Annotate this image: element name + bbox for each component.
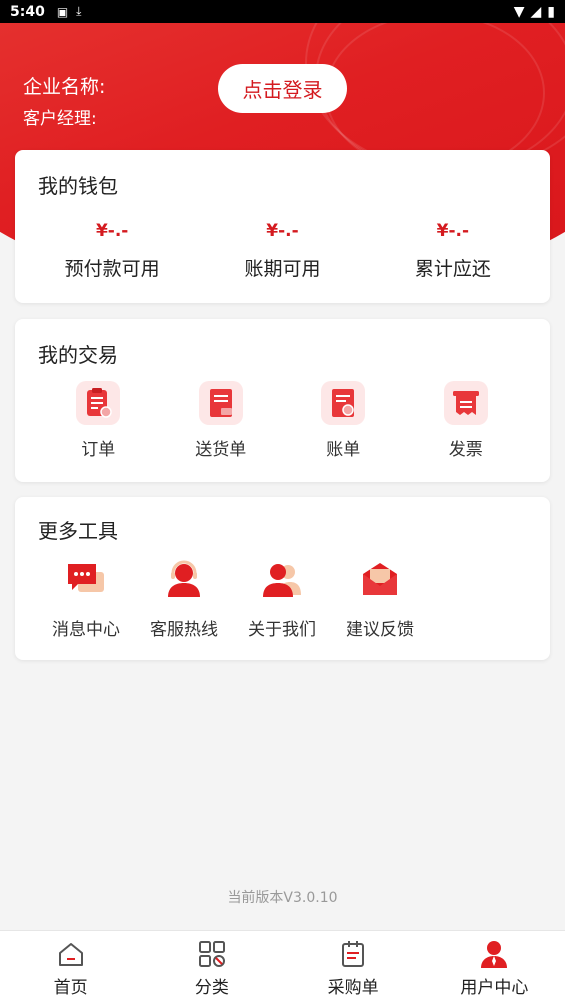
download-icon: ⤓	[76, 4, 82, 18]
trade-item-order[interactable]: 订单	[37, 381, 160, 460]
tab-label: 用户中心	[460, 978, 529, 998]
bill-icon	[321, 381, 366, 425]
tool-item-customer-service[interactable]: 客服热线	[135, 557, 233, 640]
tool-item-feedback[interactable]: 建议反馈	[331, 557, 429, 640]
status-time: 5:40	[10, 3, 45, 20]
trade-item-delivery-note[interactable]: 送货单	[160, 381, 283, 460]
wallet-amount: ¥-.-	[95, 221, 129, 241]
about-us-icon	[260, 557, 304, 601]
trade-label: 发票	[448, 440, 483, 460]
order-icon	[76, 381, 121, 425]
signal-icon: ◢	[530, 3, 542, 20]
tab-category[interactable]: 分类	[141, 931, 282, 1004]
wallet-label: 预付款可用	[64, 258, 160, 280]
feedback-icon	[358, 557, 402, 601]
tool-label: 关于我们	[248, 620, 316, 640]
trade-item-bill[interactable]: 账单	[282, 381, 405, 460]
login-button[interactable]: 点击登录	[218, 64, 347, 113]
trade-item-invoice[interactable]: 发票	[405, 381, 528, 460]
account-manager-label: 客户经理:	[23, 109, 97, 129]
purchase-list-icon	[338, 939, 368, 969]
tool-item-about-us[interactable]: 关于我们	[233, 557, 331, 640]
trade-label: 订单	[81, 440, 116, 460]
wallet-amount: ¥-.-	[436, 221, 470, 241]
app-version: 当前版本V3.0.10	[227, 890, 338, 906]
wallet-title: 我的钱包	[38, 174, 118, 198]
tool-label: 建议反馈	[346, 620, 414, 640]
tab-label: 采购单	[327, 978, 379, 998]
tools-title: 更多工具	[38, 519, 118, 543]
trade-label: 账单	[326, 440, 361, 460]
bottom-tab-bar: 首页 分类 采购单 用户中心	[0, 930, 565, 1004]
tool-label: 消息中心	[52, 620, 120, 640]
wallet-label: 账期可用	[244, 258, 321, 280]
wallet-label: 累计应还	[414, 258, 491, 280]
wallet-item-payable[interactable]: ¥-.- 累计应还	[368, 218, 550, 281]
home-icon	[56, 939, 86, 969]
tab-home[interactable]: 首页	[0, 931, 141, 1004]
company-name-label: 企业名称:	[23, 76, 106, 98]
tools-card: 更多工具 消息中心 客服热线 关于我们 建议反馈	[15, 497, 550, 660]
category-icon	[197, 939, 227, 969]
notification-icon: ▣	[56, 4, 69, 19]
tool-item-message-center[interactable]: 消息中心	[37, 557, 135, 640]
trade-title: 我的交易	[38, 343, 118, 367]
wallet-card: 我的钱包 ¥-.- 预付款可用 ¥-.- 账期可用 ¥-.- 累计应还	[15, 150, 550, 303]
tool-label: 客服热线	[150, 620, 218, 640]
wallet-item-prepaid[interactable]: ¥-.- 预付款可用	[15, 218, 197, 281]
invoice-icon	[443, 381, 488, 425]
status-bar: 5:40 ▣ ⤓ ▼ ◢ ▮	[0, 0, 565, 23]
tab-user-center[interactable]: 用户中心	[424, 931, 565, 1004]
user-center-icon	[479, 939, 509, 969]
trade-label: 送货单	[195, 440, 247, 460]
wallet-item-credit[interactable]: ¥-.- 账期可用	[197, 218, 367, 281]
message-icon	[64, 557, 108, 601]
tab-purchase-list[interactable]: 采购单	[283, 931, 424, 1004]
tab-label: 分类	[194, 978, 229, 998]
battery-icon: ▮	[547, 3, 555, 20]
customer-service-icon	[162, 557, 206, 601]
delivery-note-icon	[198, 381, 243, 425]
wallet-amount: ¥-.-	[266, 221, 299, 241]
tab-label: 首页	[53, 978, 88, 998]
wifi-icon: ▼	[513, 3, 525, 20]
trade-card: 我的交易 订单 送货单 账单 发票	[15, 319, 550, 482]
